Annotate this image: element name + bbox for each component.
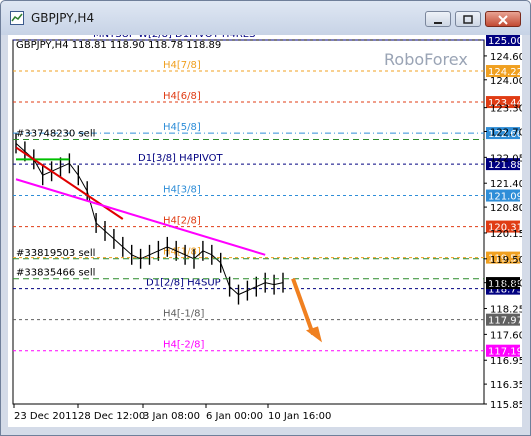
price-tag-label: 121.09 <box>488 192 522 203</box>
y-tick-label: 122.05 <box>490 153 522 164</box>
close-button[interactable] <box>485 11 521 27</box>
maximize-icon <box>463 15 473 24</box>
price-tag-label: 125.00 <box>488 36 522 47</box>
order-label: #33819503 sell <box>16 248 95 259</box>
y-tick-label: 123.30 <box>490 104 522 115</box>
x-tick-label: 6 Jan 00:00 <box>206 411 263 422</box>
y-tick-label: 115.85 <box>490 400 522 411</box>
order-label: #33835466 sell <box>16 268 95 279</box>
y-tick-label: 116.35 <box>490 380 522 391</box>
y-tick-label: 120.80 <box>490 203 522 214</box>
y-tick-label: 122.70 <box>490 127 522 138</box>
maximize-button[interactable] <box>455 11 481 27</box>
chart-window: GBPJPY,H4 MNTSUP W[2/8] D1PIVOT H4RES125… <box>0 0 531 436</box>
chart-window-icon <box>10 11 24 25</box>
x-tick-label: 23 Dec 2011 <box>14 411 78 422</box>
minimize-button[interactable] <box>425 11 451 27</box>
y-tick-label: 121.40 <box>490 179 522 190</box>
price-chart[interactable]: MNTSUP W[2/8] D1PIVOT H4RES125.00H4[7/8]… <box>8 35 522 427</box>
level-label: H4[1/8] <box>163 247 201 258</box>
title-bar[interactable]: GBPJPY,H4 <box>1 1 530 35</box>
level-label: H4[3/8] <box>163 185 201 196</box>
level-label: H4[5/8] <box>163 122 201 133</box>
window-title: GBPJPY,H4 <box>31 11 95 25</box>
y-tick-label: 116.95 <box>490 356 522 367</box>
order-label: #33748230 sell <box>16 128 95 139</box>
x-tick-label: 10 Jan 16:00 <box>268 411 331 422</box>
price-tag-label: 117.97 <box>488 316 522 327</box>
minimize-icon <box>434 22 442 24</box>
x-tick-label: 28 Dec 12:00 <box>78 411 145 422</box>
y-tick-label: 124.60 <box>490 52 522 63</box>
chart-area[interactable]: MNTSUP W[2/8] D1PIVOT H4RES125.00H4[7/8]… <box>8 35 522 427</box>
level-label: H4[7/8] <box>163 60 201 71</box>
x-tick-label: 3 Jan 08:00 <box>143 411 200 422</box>
level-label: H4[-1/8] <box>163 309 204 320</box>
level-label: D1[2/8] H4SUP <box>146 278 221 289</box>
level-label: D1[3/8] H4PIVOT <box>138 153 224 164</box>
y-tick-label: 117.60 <box>490 330 522 341</box>
y-tick-label: 118.25 <box>490 305 522 316</box>
watermark: RoboForex <box>384 50 468 69</box>
level-label: H4[-2/8] <box>163 340 204 351</box>
chart-header-label: GBPJPY,H4 118.81 118.90 118.78 118.89 <box>16 40 221 51</box>
close-icon <box>498 15 508 25</box>
level-label: H4[6/8] <box>163 91 201 102</box>
y-tick-label: 118.90 <box>490 279 522 290</box>
y-tick-label: 120.15 <box>490 229 522 240</box>
y-tick-label: 124.00 <box>490 76 522 87</box>
y-tick-label: 119.50 <box>490 255 522 266</box>
